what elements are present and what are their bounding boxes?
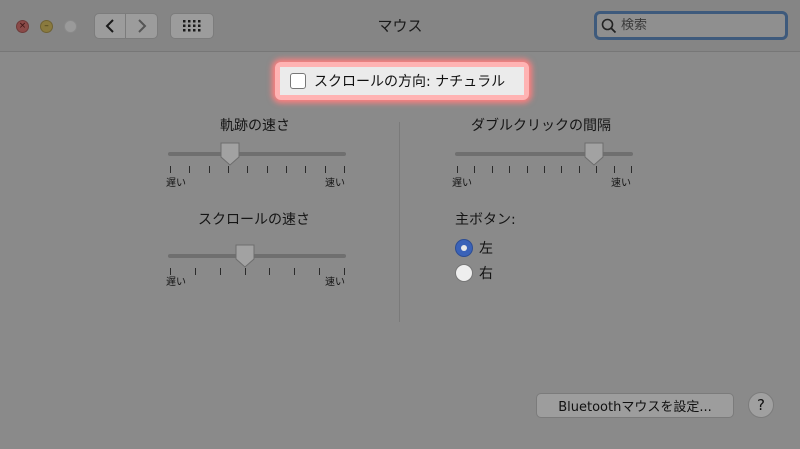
slider-tick bbox=[596, 166, 597, 173]
slider-track[interactable] bbox=[168, 254, 346, 258]
scroll-speed-label: スクロールの速さ bbox=[198, 212, 310, 228]
natural-scroll-highlight: スクロールの方向: ナチュラル bbox=[275, 62, 529, 100]
primary-left-option[interactable]: 左 bbox=[455, 238, 493, 258]
slider-tick bbox=[474, 166, 475, 173]
slider-tick bbox=[579, 166, 580, 173]
tracking-speed-label: 軌跡の速さ bbox=[220, 118, 290, 134]
help-button[interactable]: ? bbox=[748, 392, 774, 418]
slider-tick bbox=[269, 268, 270, 275]
primary-right-radio[interactable] bbox=[455, 264, 473, 282]
slider-tick bbox=[170, 166, 171, 173]
primary-left-label: 左 bbox=[479, 241, 493, 257]
slider-tick bbox=[209, 166, 210, 173]
slider-thumb[interactable] bbox=[219, 142, 241, 166]
title-bar: × – マウス bbox=[0, 0, 800, 52]
double-click-speed-label: ダブルクリックの間隔 bbox=[471, 118, 611, 134]
slider-tick bbox=[544, 166, 545, 173]
search-input[interactable] bbox=[621, 18, 771, 33]
slider-track[interactable] bbox=[455, 152, 633, 156]
slider-thumb[interactable] bbox=[583, 142, 605, 166]
tracking-slow-label: 遅い bbox=[166, 178, 186, 189]
slider-tick bbox=[267, 166, 268, 173]
slider-tick bbox=[614, 166, 615, 173]
setup-bluetooth-mouse-button[interactable]: Bluetoothマウスを設定... bbox=[536, 393, 734, 418]
slider-tick bbox=[247, 166, 248, 173]
slider-track[interactable] bbox=[168, 152, 346, 156]
double-click-slow-label: 遅い bbox=[452, 178, 472, 189]
slider-tick bbox=[220, 268, 221, 275]
scroll-slow-label: 遅い bbox=[166, 277, 186, 288]
slider-thumb[interactable] bbox=[234, 244, 256, 268]
slider-tick bbox=[344, 166, 345, 173]
slider-tick bbox=[195, 268, 196, 275]
primary-right-label: 右 bbox=[479, 266, 493, 282]
scroll-fast-label: 速い bbox=[325, 277, 345, 288]
search-field[interactable] bbox=[594, 11, 788, 40]
slider-tick bbox=[325, 166, 326, 173]
slider-tick bbox=[228, 166, 229, 173]
slider-tick bbox=[245, 268, 246, 275]
slider-tick bbox=[492, 166, 493, 173]
slider-tick bbox=[509, 166, 510, 173]
double-click-fast-label: 速い bbox=[611, 178, 631, 189]
slider-tick bbox=[294, 268, 295, 275]
slider-tick bbox=[286, 166, 287, 173]
primary-button-label: 主ボタン: bbox=[455, 212, 516, 228]
slider-tick bbox=[527, 166, 528, 173]
natural-scroll-label: スクロールの方向: ナチュラル bbox=[314, 74, 506, 90]
scroll-speed-slider[interactable] bbox=[168, 244, 346, 286]
primary-right-option[interactable]: 右 bbox=[455, 263, 493, 283]
slider-tick bbox=[189, 166, 190, 173]
natural-scroll-checkbox[interactable] bbox=[290, 73, 306, 89]
primary-left-radio[interactable] bbox=[455, 239, 473, 257]
slider-tick bbox=[457, 166, 458, 173]
tracking-fast-label: 速い bbox=[325, 178, 345, 189]
natural-scroll-option[interactable]: スクロールの方向: ナチュラル bbox=[280, 67, 524, 95]
slider-tick bbox=[305, 166, 306, 173]
slider-tick bbox=[561, 166, 562, 173]
search-icon bbox=[601, 18, 617, 33]
slider-tick bbox=[319, 268, 320, 275]
tracking-speed-slider[interactable] bbox=[168, 142, 346, 184]
double-click-speed-slider[interactable] bbox=[455, 142, 633, 184]
column-divider bbox=[399, 122, 400, 322]
slider-tick bbox=[631, 166, 632, 173]
